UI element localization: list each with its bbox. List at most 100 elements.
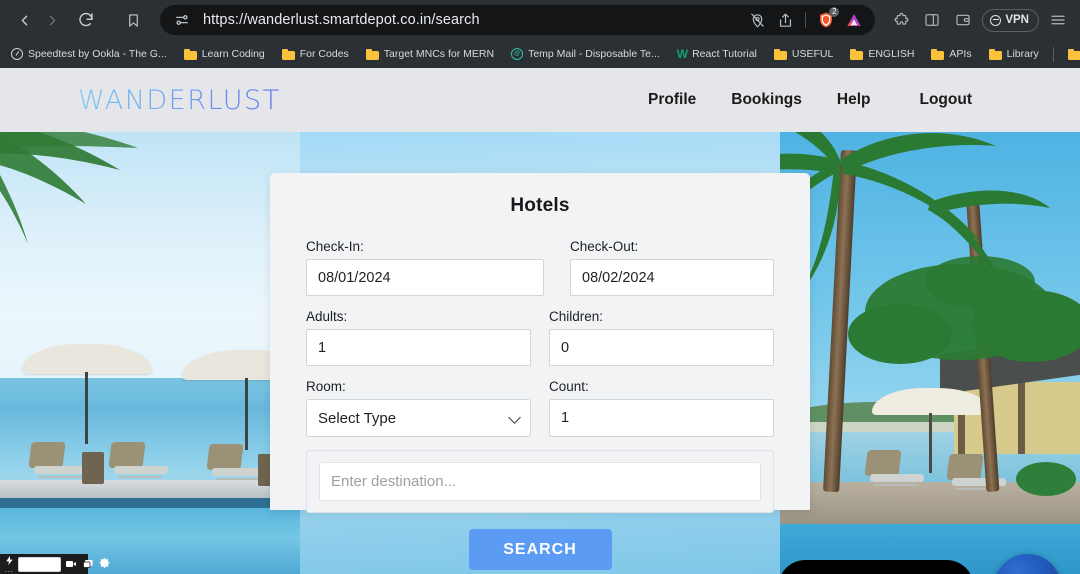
bookmark-item-library[interactable]: Library	[984, 46, 1044, 62]
all-bookmarks-button[interactable]: All Bookmarks	[1063, 46, 1080, 62]
site-logo[interactable]: WANDERLUST	[78, 85, 281, 116]
booking-assistant-tooltip[interactable]: Booking Assistant 😜	[778, 560, 975, 574]
chair-back	[206, 444, 244, 470]
search-button-row: SEARCH	[306, 529, 774, 570]
sidebar-panel-icon[interactable]	[920, 8, 944, 32]
bookmark-item-temp-mail[interactable]: @ Temp Mail - Disposable Te...	[506, 46, 665, 62]
nav-link-bookings[interactable]: Bookings	[731, 91, 802, 109]
location-blocked-icon[interactable]	[744, 7, 770, 33]
adults-input[interactable]	[306, 329, 531, 366]
tempmail-icon: @	[511, 48, 524, 60]
count-label: Count:	[549, 379, 589, 394]
dates-row: Check-In: Check-Out:	[306, 239, 774, 296]
destination-container	[306, 450, 774, 513]
bookmark-label: For Codes	[299, 48, 349, 60]
paper-plane-icon	[1008, 568, 1048, 574]
camera-icon[interactable]	[18, 556, 61, 572]
browser-toolbar: https://wanderlust.smartdepot.co.in/sear…	[0, 0, 1080, 40]
shields-badge: 2	[829, 7, 840, 17]
folder-icon	[988, 48, 1002, 60]
bookmark-label: Speedtest by Ookla - The G...	[28, 48, 167, 60]
bookmark-item-learn-coding[interactable]: Learn Coding	[179, 46, 270, 62]
bookmarks-divider	[1052, 46, 1054, 62]
share-icon[interactable]	[772, 7, 798, 33]
video-camera-icon[interactable]	[64, 557, 78, 572]
umbrella-pole	[929, 413, 932, 473]
bookmark-item-apis[interactable]: APIs	[926, 46, 976, 62]
pool-scene-left	[0, 132, 300, 574]
tune-icon[interactable]	[172, 10, 192, 30]
checkout-input[interactable]	[570, 259, 774, 296]
folder-icon	[850, 48, 864, 60]
nav-link-logout[interactable]: Logout	[919, 91, 972, 109]
card-title: Hotels	[510, 195, 570, 216]
folder-icon	[931, 48, 945, 60]
folder-icon	[1067, 48, 1080, 60]
reload-icon[interactable]	[72, 6, 100, 34]
chair-legs	[874, 481, 918, 486]
room-field: Room: Select Type	[306, 379, 531, 437]
site-nav: Profile Bookings Help Logout	[648, 91, 1052, 109]
shrub	[1016, 462, 1076, 496]
chair-back	[28, 442, 66, 468]
bookmark-item-for-codes[interactable]: For Codes	[277, 46, 354, 62]
speedtest-icon	[11, 48, 23, 60]
room-label: Room:	[306, 379, 346, 394]
search-button[interactable]: SEARCH	[468, 529, 612, 570]
back-icon[interactable]	[10, 6, 38, 34]
bookmark-icon[interactable]	[118, 6, 148, 34]
screen-recorder-toolbar: ...	[0, 554, 110, 574]
left-deck	[0, 480, 300, 498]
chair-legs	[38, 473, 82, 478]
brave-leo-icon[interactable]	[841, 7, 867, 33]
url-text[interactable]: https://wanderlust.smartdepot.co.in/sear…	[203, 12, 744, 28]
bookmark-label: React Tutorial	[692, 48, 757, 60]
chair-legs	[216, 475, 260, 480]
count-field: Count:	[549, 379, 774, 437]
folder-icon	[281, 48, 295, 60]
window-icon[interactable]	[81, 557, 95, 572]
count-input[interactable]	[549, 399, 774, 437]
lounge-chair	[108, 442, 168, 478]
checkin-label: Check-In:	[306, 239, 364, 254]
bookmark-item-speedtest[interactable]: Speedtest by Ookla - The G...	[6, 46, 172, 62]
chair-legs	[118, 473, 162, 478]
room-row: Room: Select Type Count:	[306, 379, 774, 437]
wallet-icon[interactable]	[951, 8, 975, 32]
bookmark-label: ENGLISH	[868, 48, 915, 60]
children-label: Children:	[549, 309, 604, 324]
bookmark-item-useful[interactable]: USEFUL	[769, 46, 838, 62]
nav-link-help[interactable]: Help	[837, 91, 871, 109]
field-gap	[531, 309, 549, 366]
web-page: WANDERLUST Profile Bookings Help Logout …	[0, 68, 1080, 574]
bookmarks-bar: Speedtest by Ookla - The G... Learn Codi…	[0, 40, 1080, 68]
brave-shields-icon[interactable]: 2	[813, 7, 840, 33]
children-input[interactable]	[549, 329, 774, 366]
umbrella-pole	[245, 378, 248, 450]
toolbar-divider	[805, 12, 807, 28]
room-type-select[interactable]: Select Type	[306, 399, 531, 437]
gear-icon[interactable]	[98, 557, 111, 572]
chair-back	[108, 442, 146, 468]
forward-icon[interactable]	[38, 6, 66, 34]
checkin-input[interactable]	[306, 259, 544, 296]
extensions-puzzle-icon[interactable]	[889, 8, 913, 32]
hamburger-menu-icon[interactable]	[1046, 8, 1070, 32]
bookmark-item-react-tutorial[interactable]: W React Tutorial	[672, 46, 762, 62]
adults-label: Adults:	[306, 309, 348, 324]
lounge-chair	[864, 450, 924, 486]
bookmark-item-target-mncs[interactable]: Target MNCs for MERN	[361, 46, 499, 62]
checkout-label: Check-Out:	[570, 239, 639, 254]
recorder-brand-icon[interactable]: ...	[4, 555, 15, 574]
bookmark-label: APIs	[949, 48, 972, 60]
address-bar[interactable]: https://wanderlust.smartdepot.co.in/sear…	[160, 5, 876, 35]
bookmark-label: Temp Mail - Disposable Te...	[528, 48, 660, 60]
bookmark-item-english[interactable]: ENGLISH	[845, 46, 919, 62]
nav-link-profile[interactable]: Profile	[648, 91, 696, 109]
left-pool-wall	[0, 498, 300, 508]
chair-back	[864, 450, 902, 476]
destination-input[interactable]	[319, 462, 761, 501]
site-header: WANDERLUST Profile Bookings Help Logout	[0, 68, 1080, 132]
side-table	[82, 452, 104, 484]
vpn-button[interactable]: VPN	[982, 8, 1039, 32]
